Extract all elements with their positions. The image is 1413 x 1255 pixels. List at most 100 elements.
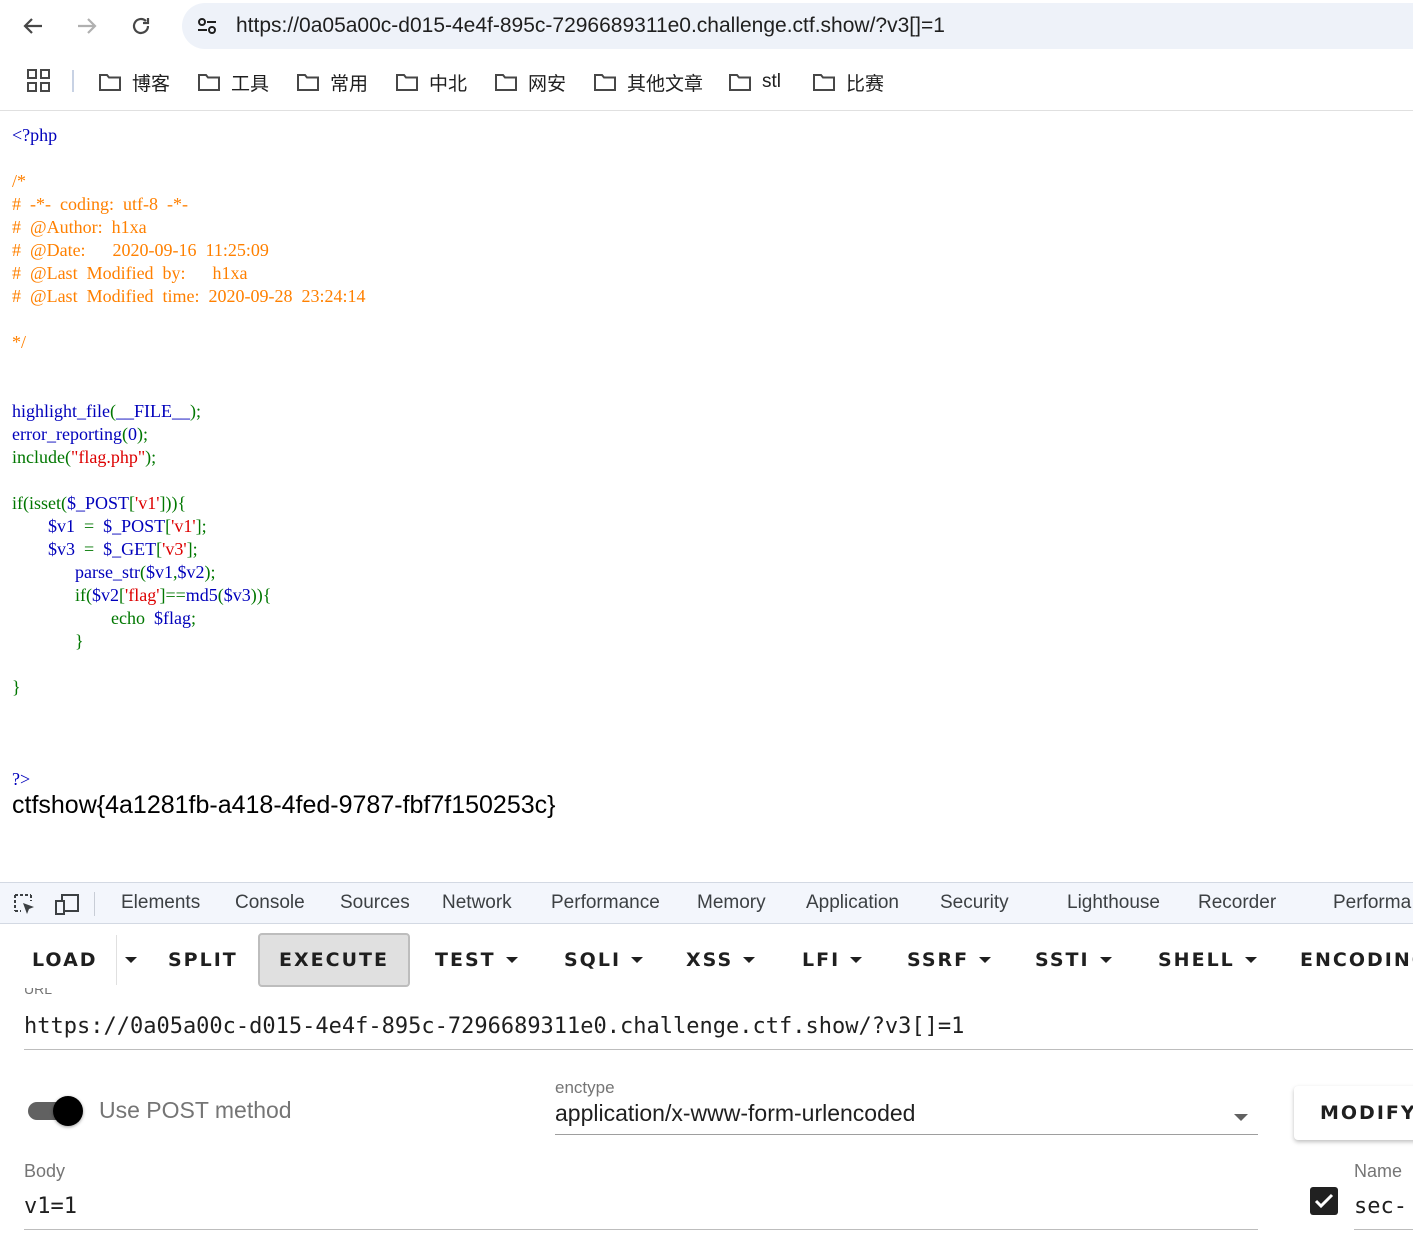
header-name-input[interactable]: sec- xyxy=(1354,1190,1413,1230)
checkmark-icon xyxy=(1314,1193,1334,1209)
execute-button-label: EXECUTE xyxy=(279,949,389,971)
ssti-button-label: SSTI xyxy=(1035,949,1090,971)
test-menu-button[interactable]: TEST xyxy=(435,935,518,985)
bookmark-label: 常用 xyxy=(330,73,369,95)
sqli-button-label: SQLI xyxy=(564,949,622,971)
chevron-down-icon xyxy=(979,957,992,963)
code-token: $v1 xyxy=(48,516,84,536)
lfi-menu-button[interactable]: LFI xyxy=(802,935,863,985)
dropdown-arrow-icon xyxy=(1234,1114,1248,1121)
code-token: $v3 xyxy=(48,539,84,559)
modify-header-button[interactable]: MODIFY xyxy=(1294,1086,1413,1140)
chevron-down-icon xyxy=(124,957,137,963)
code-line: ?> xyxy=(12,768,366,791)
enctype-value: application/x-www-form-urlencoded xyxy=(555,1100,916,1126)
sqli-menu-button[interactable]: SQLI xyxy=(564,935,644,985)
header-enabled-checkbox[interactable] xyxy=(1310,1187,1338,1215)
bookmark-label: 工具 xyxy=(231,73,270,95)
post-body-input[interactable]: v1=1 xyxy=(24,1190,1258,1230)
load-button-label: LOAD xyxy=(32,949,98,971)
folder-icon xyxy=(594,74,616,91)
devtools-tab-sources[interactable]: Sources xyxy=(340,892,410,914)
code-token: ); xyxy=(136,424,148,444)
execute-button[interactable]: EXECUTE xyxy=(258,933,410,987)
device-toolbar-icon[interactable] xyxy=(54,892,80,916)
bookmark-item[interactable]: 比赛 xyxy=(812,68,884,96)
hackbar-url-input[interactable]: https://0a05a00c-d015-4e4f-895c-72966893… xyxy=(24,1006,1413,1050)
devtools-tab-performa[interactable]: Performa xyxy=(1333,892,1411,914)
code-token: /* xyxy=(12,171,27,191)
devtools-tab-memory[interactable]: Memory xyxy=(697,892,766,914)
code-token: ])){ xyxy=(159,493,187,513)
code-line: $v3 = $_GET['v3']; xyxy=(12,538,366,561)
code-token: $_POST xyxy=(66,493,129,513)
bookmark-item[interactable]: stl xyxy=(728,68,781,96)
devtools-tab-application[interactable]: Application xyxy=(806,892,899,914)
devtools-tab-network[interactable]: Network xyxy=(442,892,512,914)
bookmark-item[interactable]: 其他文章 xyxy=(593,68,703,96)
enctype-label: enctype xyxy=(555,1078,615,1097)
code-token: $v3 xyxy=(223,585,251,605)
toolbar-divider xyxy=(0,110,1413,111)
bookmark-label: 博客 xyxy=(132,73,171,95)
code-line: /* xyxy=(12,170,366,193)
code-token: highlight_file xyxy=(12,401,110,421)
encoding-button-label: ENCODING xyxy=(1300,949,1413,971)
back-arrow-icon xyxy=(23,18,42,34)
post-method-label: Use POST method xyxy=(99,1097,292,1123)
code-token: = xyxy=(84,516,104,536)
back-button[interactable] xyxy=(15,8,51,44)
devtools-tab-security[interactable]: Security xyxy=(940,892,1009,914)
apps-grid-icon[interactable] xyxy=(26,68,52,94)
bookmark-item[interactable]: 常用 xyxy=(296,68,368,96)
code-token: 'v1' xyxy=(171,516,196,536)
devtools-tab-console[interactable]: Console xyxy=(235,892,305,914)
code-line: highlight_file(__FILE__); xyxy=(12,400,366,423)
split-button[interactable]: SPLIT xyxy=(168,935,238,985)
devtools-tab-bar: Elements Console Sources Network Performance… xyxy=(0,882,1413,924)
load-button[interactable]: LOAD xyxy=(32,935,98,985)
code-line: if(isset($_POST['v1'])){ xyxy=(12,492,366,515)
reload-button[interactable] xyxy=(123,8,159,44)
code-token: if(isset( xyxy=(12,493,67,513)
xss-menu-button[interactable]: XSS xyxy=(686,935,756,985)
code-token: <?php xyxy=(12,125,58,145)
code-token: # @Author: h1xa xyxy=(12,217,147,237)
bookmarks-separator xyxy=(72,70,74,92)
inspect-element-icon[interactable] xyxy=(12,892,38,916)
devtools-tab-performance[interactable]: Performance xyxy=(551,892,660,914)
devtools-separator xyxy=(94,892,95,916)
devtools-tab-elements[interactable]: Elements xyxy=(121,892,200,914)
bookmark-item[interactable]: 博客 xyxy=(98,68,170,96)
body-field-label: Body xyxy=(24,1161,66,1181)
post-method-toggle[interactable] xyxy=(26,1096,84,1126)
bookmark-item[interactable]: 网安 xyxy=(494,68,566,96)
devtools-tab-lighthouse[interactable]: Lighthouse xyxy=(1067,892,1160,914)
enctype-select[interactable]: application/x-www-form-urlencoded xyxy=(555,1100,1258,1135)
code-token: # @Date: 2020-09-16 11:25:09 xyxy=(12,240,269,260)
ssti-menu-button[interactable]: SSTI xyxy=(1035,935,1112,985)
load-menu-button[interactable] xyxy=(116,935,144,985)
bookmark-label: 比赛 xyxy=(846,73,885,95)
code-token: $v1 xyxy=(145,562,173,582)
ssrf-menu-button[interactable]: SSRF xyxy=(907,935,992,985)
code-token: # -*- coding: utf-8 -*- xyxy=(12,194,188,214)
php-source-code: <?php /* # -*- coding: utf-8 -*- # @Author:… xyxy=(12,124,366,791)
bookmark-item[interactable]: 工具 xyxy=(197,68,269,96)
folder-icon xyxy=(297,74,319,91)
bookmark-item[interactable]: 中北 xyxy=(395,68,467,96)
shell-menu-button[interactable]: SHELL xyxy=(1158,935,1257,985)
reload-icon xyxy=(132,17,150,35)
address-url[interactable]: https://0a05a00c-d015-4e4f-895c-72966893… xyxy=(236,14,945,38)
forward-button[interactable] xyxy=(69,8,105,44)
code-token: md5 xyxy=(185,585,218,605)
address-bar[interactable]: https://0a05a00c-d015-4e4f-895c-72966893… xyxy=(182,3,1413,49)
site-info-button[interactable] xyxy=(192,11,222,41)
chevron-down-icon xyxy=(1099,957,1112,963)
devtools-tab-recorder[interactable]: Recorder xyxy=(1198,892,1276,914)
encoding-menu-button[interactable]: ENCODING xyxy=(1300,935,1413,985)
code-line: # @Date: 2020-09-16 11:25:09 xyxy=(12,239,366,262)
